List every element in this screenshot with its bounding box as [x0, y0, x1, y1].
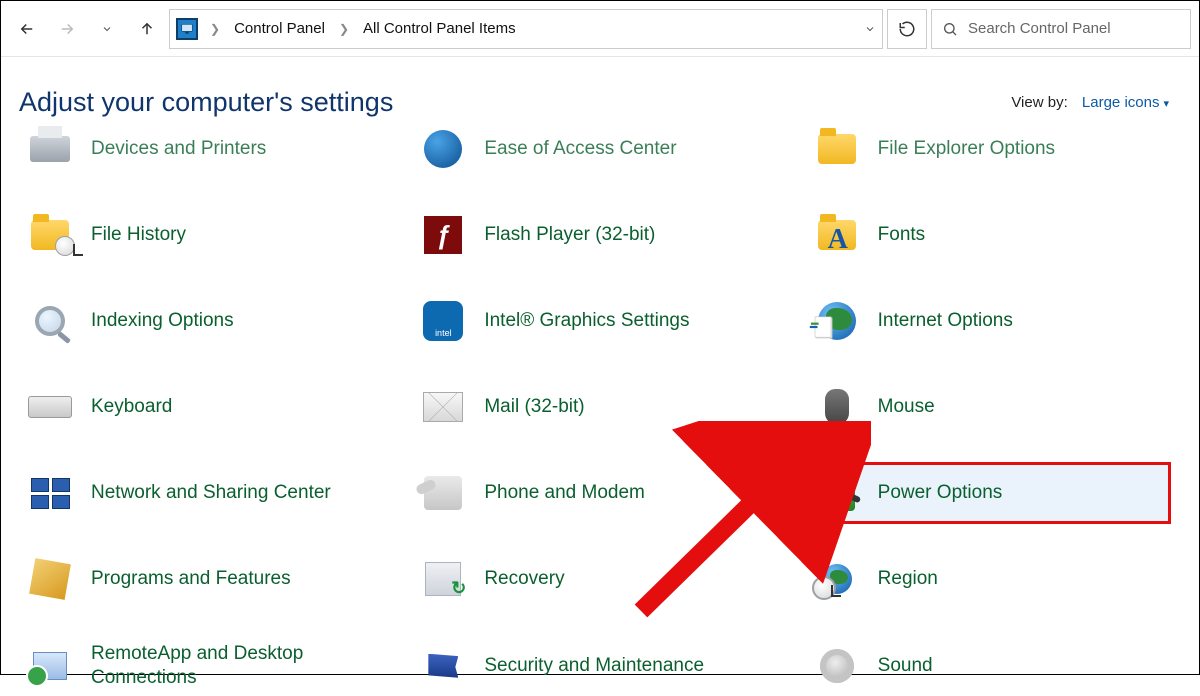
control-panel-item[interactable]: intel Intel® Graphics Settings: [412, 292, 775, 350]
item-label: File Explorer Options: [878, 137, 1055, 161]
control-panel-item[interactable]: Keyboard: [19, 378, 382, 436]
control-panel-item[interactable]: Power Options: [806, 464, 1169, 522]
item-label: Power Options: [878, 481, 1003, 505]
forward-button[interactable]: [49, 11, 85, 47]
search-placeholder: Search Control Panel: [968, 20, 1111, 37]
item-label: Sound: [878, 654, 933, 678]
up-button[interactable]: [129, 11, 165, 47]
control-panel-item[interactable]: Internet Options: [806, 292, 1169, 350]
item-label: Intel® Graphics Settings: [484, 309, 689, 333]
item-label: Devices and Printers: [91, 137, 266, 161]
security-icon: [420, 643, 466, 689]
back-button[interactable]: [9, 11, 45, 47]
remoteapp-icon: [27, 643, 73, 689]
control-panel-item[interactable]: A Fonts: [806, 206, 1169, 264]
view-by-label: View by:: [1011, 94, 1067, 111]
control-panel-item[interactable]: File History: [19, 206, 382, 264]
keyboard-icon: [27, 384, 73, 430]
control-panel-item[interactable]: Mouse: [806, 378, 1169, 436]
control-panel-icon: [176, 18, 198, 40]
control-panel-item[interactable]: Mail (32-bit): [412, 378, 775, 436]
control-panel-item[interactable]: Devices and Printers: [19, 120, 382, 178]
item-label: Internet Options: [878, 309, 1013, 333]
phone-icon: [420, 470, 466, 516]
refresh-button[interactable]: [887, 9, 927, 49]
control-panel-item[interactable]: ƒ Flash Player (32-bit): [412, 206, 775, 264]
item-label: Fonts: [878, 223, 926, 247]
view-by-value[interactable]: Large icons: [1072, 94, 1160, 111]
items-grid: Devices and Printers Ease of Access Cente…: [1, 126, 1199, 696]
up-arrow-icon: [138, 20, 156, 38]
programs-icon: [27, 556, 73, 602]
control-panel-item[interactable]: Phone and Modem: [412, 464, 775, 522]
item-label: File History: [91, 223, 186, 247]
indexing-icon: [27, 298, 73, 344]
item-label: Recovery: [484, 567, 564, 591]
control-panel-item[interactable]: Ease of Access Center: [412, 120, 775, 178]
folder-icon: [814, 126, 860, 172]
control-panel-item[interactable]: Sound: [806, 637, 1169, 695]
mail-icon: [420, 384, 466, 430]
intel-icon: intel: [420, 298, 466, 344]
ease-of-access-icon: [420, 126, 466, 172]
sound-icon: [814, 643, 860, 689]
chevron-right-icon: ❯: [333, 22, 355, 36]
folder-clock-icon: [27, 212, 73, 258]
item-label: Indexing Options: [91, 309, 234, 333]
page-title: Adjust your computer's settings: [19, 87, 393, 118]
item-label: Mouse: [878, 395, 935, 419]
internet-icon: [814, 298, 860, 344]
item-label: Security and Maintenance: [484, 654, 704, 678]
item-label: Ease of Access Center: [484, 137, 676, 161]
back-arrow-icon: [18, 20, 36, 38]
item-label: Programs and Features: [91, 567, 291, 591]
item-label: Network and Sharing Center: [91, 481, 331, 505]
address-bar[interactable]: ❯ Control Panel ❯ All Control Panel Item…: [169, 9, 883, 49]
fonts-icon: A: [814, 212, 860, 258]
recent-locations-button[interactable]: [89, 11, 125, 47]
search-icon: [942, 21, 958, 37]
chevron-right-icon: ❯: [204, 22, 226, 36]
recovery-icon: [420, 556, 466, 602]
view-by-control[interactable]: View by: Large icons▾: [1011, 94, 1169, 111]
flash-icon: ƒ: [420, 212, 466, 258]
item-label: Mail (32-bit): [484, 395, 584, 419]
control-panel-item[interactable]: File Explorer Options: [806, 120, 1169, 178]
control-panel-item[interactable]: Programs and Features: [19, 550, 382, 608]
control-panel-item[interactable]: Network and Sharing Center: [19, 464, 382, 522]
mouse-icon: [814, 384, 860, 430]
chevron-down-icon: [101, 23, 113, 35]
control-panel-item[interactable]: Region: [806, 550, 1169, 608]
control-panel-item[interactable]: Security and Maintenance: [412, 637, 775, 695]
item-label: Keyboard: [91, 395, 172, 419]
control-panel-item[interactable]: Recovery: [412, 550, 775, 608]
item-label: RemoteApp and Desktop Connections: [91, 642, 374, 690]
item-label: Flash Player (32-bit): [484, 223, 655, 247]
refresh-icon: [898, 20, 916, 38]
caret-down-icon: ▾: [1163, 98, 1169, 110]
region-icon: [814, 556, 860, 602]
breadcrumb-control-panel[interactable]: Control Panel: [232, 20, 327, 37]
control-panel-item[interactable]: Indexing Options: [19, 292, 382, 350]
chevron-down-icon[interactable]: [864, 23, 876, 35]
control-panel-item[interactable]: RemoteApp and Desktop Connections: [19, 636, 382, 696]
address-toolbar: ❯ Control Panel ❯ All Control Panel Item…: [1, 1, 1199, 57]
breadcrumb-all-items[interactable]: All Control Panel Items: [361, 20, 518, 37]
printer-icon: [27, 126, 73, 172]
power-icon: [814, 470, 860, 516]
search-box[interactable]: Search Control Panel: [931, 9, 1191, 49]
network-icon: [27, 470, 73, 516]
item-label: Region: [878, 567, 938, 591]
item-label: Phone and Modem: [484, 481, 645, 505]
forward-arrow-icon: [58, 20, 76, 38]
